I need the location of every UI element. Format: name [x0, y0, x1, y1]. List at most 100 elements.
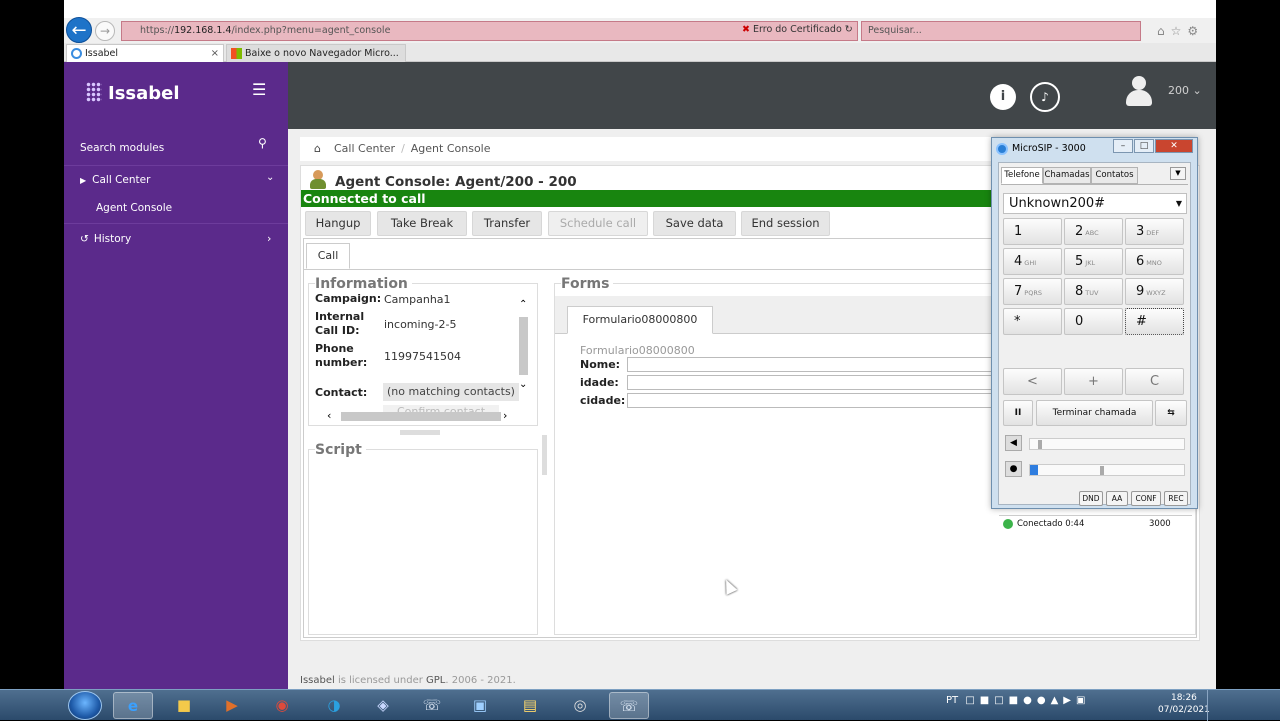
- vertical-scrollbar[interactable]: ⌃ ⌄: [517, 299, 531, 393]
- tab-contatos[interactable]: Contatos: [1091, 167, 1138, 184]
- clock[interactable]: 18:26 07/02/2021: [1158, 692, 1210, 716]
- key-4[interactable]: 4 GHI: [1003, 248, 1062, 275]
- home-icon[interactable]: ⌂: [314, 137, 321, 161]
- speaker-icon[interactable]: ◀: [1005, 435, 1022, 451]
- idade-field[interactable]: [627, 375, 995, 390]
- folder-icon[interactable]: ■: [164, 692, 204, 719]
- edge-icon[interactable]: ◑: [314, 692, 354, 719]
- schedule-call-button[interactable]: Schedule call: [548, 211, 648, 236]
- splitter-handle[interactable]: [542, 435, 547, 475]
- rec-button[interactable]: REC: [1164, 491, 1188, 506]
- minimize-button[interactable]: –: [1113, 139, 1133, 153]
- footer-license-link[interactable]: GPL: [426, 675, 445, 686]
- clear-button[interactable]: C: [1125, 368, 1184, 395]
- chevron-down-icon[interactable]: ⌄: [519, 379, 527, 390]
- sidebar-item-call-center[interactable]: ▶ Call Center: [80, 174, 150, 186]
- maximize-button[interactable]: □: [1134, 139, 1154, 153]
- key-9[interactable]: 9 WXYZ: [1125, 278, 1184, 305]
- key-7[interactable]: 7 PQRS: [1003, 278, 1062, 305]
- speaker-volume-slider[interactable]: [1029, 438, 1185, 450]
- cidade-field[interactable]: [627, 393, 995, 408]
- computer-icon[interactable]: ▤: [510, 692, 550, 719]
- tray-icons[interactable]: □■□■●●▲▶▣: [965, 695, 1090, 706]
- hold-button[interactable]: II: [1003, 400, 1033, 426]
- nome-field[interactable]: [627, 357, 995, 372]
- search-icon[interactable]: ⚲: [258, 136, 267, 150]
- obs-icon[interactable]: ◎: [560, 692, 600, 719]
- bell-icon[interactable]: ♪: [1030, 82, 1060, 112]
- avatar[interactable]: [1126, 76, 1152, 108]
- refresh-icon[interactable]: ↻: [845, 24, 853, 35]
- favorites-icon[interactable]: ☆: [1171, 24, 1188, 38]
- scroll-thumb[interactable]: [519, 317, 528, 375]
- menu-dropdown-icon[interactable]: ▼: [1170, 167, 1186, 180]
- close-button[interactable]: ✕: [1155, 139, 1193, 153]
- home-icon[interactable]: ⌂: [1157, 24, 1171, 38]
- browser-search-input[interactable]: Pesquisar...: [861, 21, 1141, 41]
- key-0[interactable]: 0: [1064, 308, 1123, 335]
- media-player-icon[interactable]: ▶: [212, 692, 252, 719]
- take-break-button[interactable]: Take Break: [377, 211, 467, 236]
- brand-logo[interactable]: Issabel: [86, 82, 180, 104]
- microphone-icon[interactable]: ●: [1005, 461, 1022, 477]
- forward-button[interactable]: →: [95, 21, 115, 41]
- slider-thumb[interactable]: [1038, 440, 1042, 449]
- key-6[interactable]: 6 MNO: [1125, 248, 1184, 275]
- plus-button[interactable]: +: [1064, 368, 1123, 395]
- mic-volume-slider[interactable]: [1029, 464, 1185, 476]
- backspace-button[interactable]: <: [1003, 368, 1062, 395]
- breadcrumb-item[interactable]: Call Center: [334, 142, 395, 155]
- save-data-button[interactable]: Save data: [653, 211, 736, 236]
- tab-call[interactable]: Call: [306, 243, 350, 269]
- microsip-active-icon[interactable]: ☏: [609, 692, 649, 719]
- info-icon[interactable]: i: [990, 84, 1016, 110]
- transfer-button[interactable]: Transfer: [472, 211, 542, 236]
- dial-input[interactable]: Unknown200# ▼: [1003, 193, 1187, 214]
- ie-taskbar-icon[interactable]: e: [113, 692, 153, 719]
- key-5[interactable]: 5 JKL: [1064, 248, 1123, 275]
- end-session-button[interactable]: End session: [741, 211, 830, 236]
- language-indicator[interactable]: PT: [946, 695, 958, 706]
- key-2[interactable]: 2 ABC: [1064, 218, 1123, 245]
- user-menu[interactable]: 200 ⌄: [1168, 84, 1202, 97]
- tab-form[interactable]: Formulario08000800: [567, 306, 713, 334]
- key-8[interactable]: 8 TUV: [1064, 278, 1123, 305]
- network-app-icon[interactable]: ▣: [460, 692, 500, 719]
- dropdown-arrow-icon[interactable]: ▼: [1176, 194, 1182, 213]
- close-icon[interactable]: ×: [211, 45, 219, 62]
- transfer-icon[interactable]: ⇆: [1155, 400, 1187, 426]
- search-modules-input[interactable]: Search modules: [80, 142, 164, 154]
- slider-thumb[interactable]: [1100, 466, 1104, 475]
- aa-button[interactable]: AA: [1106, 491, 1128, 506]
- contact-select[interactable]: (no matching contacts): [383, 383, 519, 401]
- hamburger-icon[interactable]: ☰: [252, 80, 266, 99]
- start-button[interactable]: [68, 691, 102, 720]
- sidebar-item-agent-console[interactable]: Agent Console: [96, 202, 172, 214]
- scroll-thumb[interactable]: [341, 412, 501, 421]
- key-1[interactable]: 1: [1003, 218, 1062, 245]
- key-3[interactable]: 3 DEF: [1125, 218, 1184, 245]
- tab-telefone[interactable]: Telefone: [1001, 167, 1043, 184]
- resize-handle[interactable]: [400, 430, 440, 435]
- key-hash[interactable]: #: [1125, 308, 1184, 335]
- chevron-right-icon[interactable]: ›: [503, 409, 507, 422]
- microsip-taskbar-icon[interactable]: ☏: [412, 692, 452, 719]
- dnd-button[interactable]: DND: [1079, 491, 1103, 506]
- horizontal-scrollbar[interactable]: ‹ ›: [327, 409, 513, 423]
- certificate-error[interactable]: ✖ Erro do Certificado ↻: [742, 21, 853, 41]
- hangup-button[interactable]: Hangup: [305, 211, 371, 236]
- tab-chamadas[interactable]: Chamadas: [1043, 167, 1091, 184]
- gear-icon[interactable]: ⚙: [1187, 24, 1204, 38]
- conf-button[interactable]: CONF: [1131, 491, 1161, 506]
- key-star[interactable]: *: [1003, 308, 1062, 335]
- browser-tab-issabel[interactable]: Issabel ×: [66, 44, 224, 62]
- footer-brand-link[interactable]: Issabel: [300, 675, 335, 686]
- chevron-up-icon[interactable]: ⌃: [519, 299, 527, 310]
- chrome-icon[interactable]: ◉: [262, 692, 302, 719]
- show-desktop-button[interactable]: [1207, 690, 1215, 721]
- sidebar-item-history[interactable]: ↺ History: [80, 233, 131, 245]
- back-button[interactable]: ←: [66, 17, 92, 43]
- browser-tab-edge[interactable]: Baixe o novo Navegador Micro...: [226, 44, 406, 62]
- app-icon[interactable]: ◈: [363, 692, 403, 719]
- end-call-button[interactable]: Terminar chamada: [1036, 400, 1153, 426]
